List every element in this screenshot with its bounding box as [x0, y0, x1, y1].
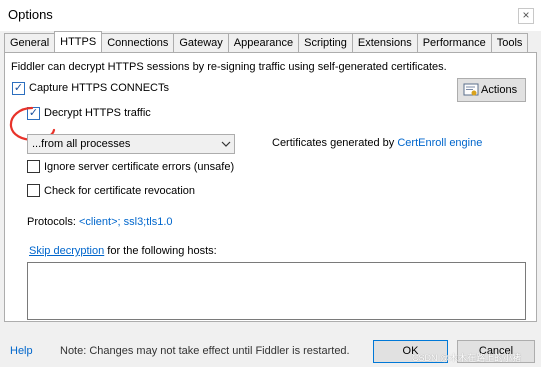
process-filter-value: ...from all processes — [32, 138, 131, 150]
skip-decryption-row: Skip decryption for the following hosts: — [29, 245, 217, 257]
tab-https[interactable]: HTTPS — [54, 31, 103, 52]
capture-connects-label: Capture HTTPS CONNECTs — [29, 82, 169, 94]
tab-connections[interactable]: Connections — [101, 33, 175, 52]
https-description: Fiddler can decrypt HTTPS sessions by re… — [11, 61, 447, 73]
tab-appearance[interactable]: Appearance — [227, 33, 300, 52]
skip-decryption-link[interactable]: Skip decryption — [29, 245, 104, 257]
chevron-down-icon — [221, 139, 231, 152]
tab-tools[interactable]: Tools — [490, 33, 529, 52]
tab-extensions[interactable]: Extensions — [351, 33, 418, 52]
cert-generated-prefix: Certificates generated by — [272, 137, 395, 149]
capture-connects-checkbox[interactable]: ✓ — [12, 82, 25, 95]
restart-note: Note: Changes may not take effect until … — [60, 345, 350, 357]
tab-general[interactable]: General — [4, 33, 56, 52]
tab-scripting[interactable]: Scripting — [298, 33, 353, 52]
actions-button-label: Actions — [481, 84, 518, 96]
check-revocation-label: Check for certificate revocation — [44, 185, 196, 197]
tab-strip: General HTTPS Connections Gateway Appear… — [4, 31, 529, 53]
title-bar — [0, 0, 541, 31]
skip-hosts-textarea[interactable] — [27, 262, 526, 320]
protocols-row: Protocols: <client>; ssl3;tls1.0 — [27, 216, 173, 228]
protocols-label: Protocols: — [27, 216, 76, 228]
tab-gateway[interactable]: Gateway — [173, 33, 229, 52]
close-icon[interactable]: × — [518, 8, 534, 24]
cert-engine-link[interactable]: CertEnroll engine — [397, 137, 482, 149]
certificate-icon — [463, 83, 479, 101]
skip-decryption-suffix: for the following hosts: — [107, 245, 217, 257]
ignore-cert-errors-checkbox[interactable] — [27, 160, 40, 173]
tab-performance[interactable]: Performance — [416, 33, 492, 52]
cert-generated-text: Certificates generated by CertEnroll eng… — [272, 137, 482, 149]
actions-button[interactable]: Actions — [457, 78, 526, 102]
window-title: Options — [8, 7, 53, 22]
help-link[interactable]: Help — [10, 345, 33, 357]
ignore-cert-errors-label: Ignore server certificate errors (unsafe… — [44, 161, 235, 173]
process-filter-dropdown[interactable]: ...from all processes — [27, 134, 235, 154]
check-revocation-checkbox[interactable] — [27, 184, 40, 197]
watermark: CSDN @木木在路上的小猪 — [412, 353, 522, 363]
protocols-link[interactable]: <client>; ssl3;tls1.0 — [79, 216, 173, 228]
